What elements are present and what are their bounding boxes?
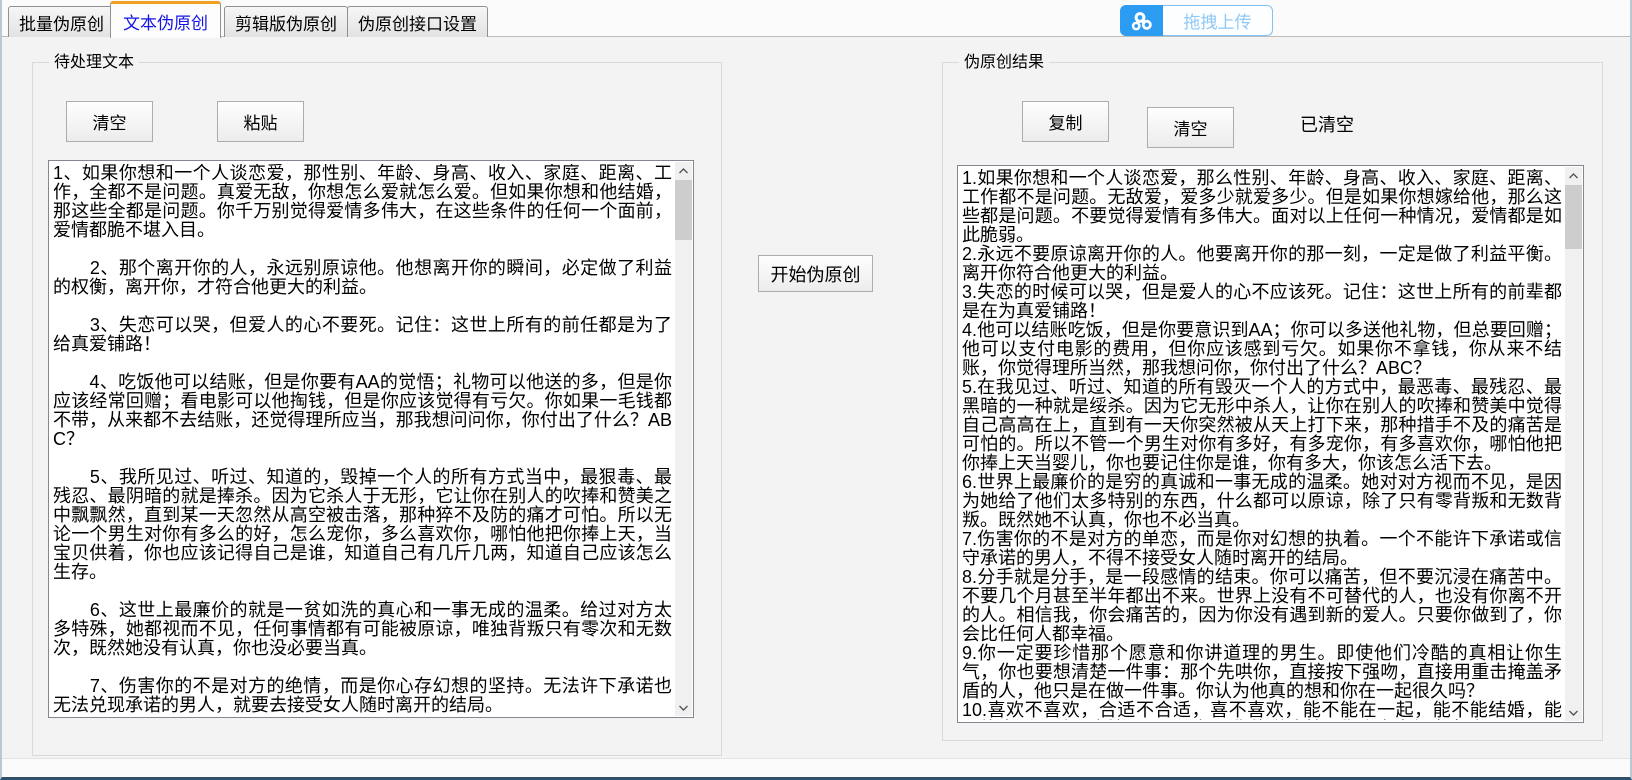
scroll-up-icon[interactable] <box>675 162 692 179</box>
tab-batch-rewrite[interactable]: 批量伪原创 <box>8 6 115 37</box>
pending-text-group: 待处理文本 清空 粘贴 1、如果你想和一个人谈恋爱，那性别、年龄、身高、收入、家… <box>32 62 722 756</box>
scroll-thumb[interactable] <box>675 180 692 240</box>
app-window: 批量伪原创 文本伪原创 剪辑版伪原创 伪原创接口设置 <box>0 0 1632 780</box>
tab-clip-rewrite[interactable]: 剪辑版伪原创 <box>224 6 348 37</box>
text-paragraph: 10.喜欢不喜欢，合适不合适，喜不喜欢，能不能在一起，能不能结婚，能不能走到最后… <box>962 701 1562 720</box>
source-text-area[interactable]: 1、如果你想和一个人谈恋爱，那性别、年龄、身高、收入、家庭、距离、工作，全都不是… <box>48 160 694 718</box>
text-paragraph: 4、吃饭他可以结账，但是你要有AA的觉悟；礼物可以他送的多，但是你应该经常回赠；… <box>53 373 672 449</box>
clear-source-button[interactable]: 清空 <box>66 101 153 142</box>
text-paragraph: 7、伤害你的不是对方的绝情，而是你心存幻想的坚持。无法许下承诺也无法兑现承诺的男… <box>53 677 672 715</box>
tab-strip: 批量伪原创 文本伪原创 剪辑版伪原创 伪原创接口设置 <box>2 0 1630 37</box>
result-text-content: 1.如果你想和一个人谈恋爱，那么性别、年龄、身高、收入、家庭、距离、工作都不是问… <box>962 169 1562 720</box>
cloud-disk-icon <box>1120 5 1163 36</box>
text-paragraph: 3.失恋的时候可以哭，但是爱人的心不应该死。记住：这世上所有的前辈都是在为真爱铺… <box>962 283 1562 321</box>
text-paragraph: 6.世界上最廉价的是穷的真诚和一事无成的温柔。她对对方视而不见，是因为她给了他们… <box>962 473 1562 530</box>
tab-label: 文本伪原创 <box>123 9 208 34</box>
copy-result-button[interactable]: 复制 <box>1022 101 1109 142</box>
text-paragraph: 4.他可以结账吃饭，但是你要意识到AA；你可以多送他礼物，但总要回赠；他可以支付… <box>962 321 1562 378</box>
text-paragraph: 1、如果你想和一个人谈恋爱，那性别、年龄、身高、收入、家庭、距离、工作，全都不是… <box>53 164 672 240</box>
source-text-content: 1、如果你想和一个人谈恋爱，那性别、年龄、身高、收入、家庭、距离、工作，全都不是… <box>53 164 672 715</box>
paste-button[interactable]: 粘贴 <box>217 101 304 142</box>
rewrite-result-group-title: 伪原创结果 <box>959 53 1049 73</box>
clear-result-button[interactable]: 清空 <box>1147 107 1234 148</box>
drag-upload-button[interactable]: 拖拽上传 <box>1120 5 1273 36</box>
text-paragraph: 1.如果你想和一个人谈恋爱，那么性别、年龄、身高、收入、家庭、距离、工作都不是问… <box>962 169 1562 245</box>
pending-text-group-title: 待处理文本 <box>49 53 139 73</box>
status-label: 已清空 <box>1300 111 1354 137</box>
text-paragraph: 9.你一定要珍惜那个愿意和你讲道理的男生。即使他们冷酷的真相让你生气，你也要想清… <box>962 644 1562 701</box>
window-bottom-strip <box>2 758 1630 777</box>
text-paragraph: 3、失恋可以哭，但爱人的心不要死。记住：这世上所有的前任都是为了给真爱铺路！ <box>53 316 672 354</box>
text-paragraph: 5、我所见过、听过、知道的，毁掉一个人的所有方式当中，最狠毒、最残忍、最阴暗的就… <box>53 468 672 582</box>
scroll-down-icon[interactable] <box>1565 704 1582 721</box>
text-paragraph: 7.伤害你的不是对方的单恋，而是你对幻想的执着。一个不能许下承诺或信守承诺的男人… <box>962 530 1562 568</box>
text-paragraph: 2.永远不要原谅离开你的人。他要离开你的那一刻，一定是做了利益平衡。离开你符合他… <box>962 245 1562 283</box>
scroll-up-icon[interactable] <box>1565 167 1582 184</box>
text-paragraph: 8.分手就是分手，是一段感情的结束。你可以痛苦，但不要沉浸在痛苦中。不要几个月甚… <box>962 568 1562 644</box>
result-scrollbar[interactable] <box>1565 167 1582 721</box>
source-scrollbar[interactable] <box>675 162 692 716</box>
text-paragraph: 2、那个离开你的人，永远别原谅他。他想离开你的瞬间，必定做了利益的权衡，离开你，… <box>53 259 672 297</box>
text-paragraph: 5.在我见过、听过、知道的所有毁灭一个人的方式中，最恶毒、最残忍、最黑暗的一种就… <box>962 378 1562 473</box>
text-paragraph: 6、这世上最廉价的就是一贫如洗的真心和一事无成的温柔。给过对方太多特殊，她都视而… <box>53 601 672 658</box>
drag-upload-label: 拖拽上传 <box>1163 5 1273 36</box>
scroll-down-icon[interactable] <box>675 699 692 716</box>
scroll-thumb[interactable] <box>1565 185 1582 249</box>
rewrite-result-group: 伪原创结果 复制 清空 已清空 1.如果你想和一个人谈恋爱，那么性别、年龄、身高… <box>942 62 1603 741</box>
tab-text-rewrite[interactable]: 文本伪原创 <box>110 1 221 38</box>
tab-label: 批量伪原创 <box>19 10 104 35</box>
tab-label: 伪原创接口设置 <box>358 10 477 35</box>
start-rewrite-button[interactable]: 开始伪原创 <box>758 255 873 292</box>
tab-label: 剪辑版伪原创 <box>235 10 337 35</box>
tab-api-settings[interactable]: 伪原创接口设置 <box>347 6 488 37</box>
result-text-area[interactable]: 1.如果你想和一个人谈恋爱，那么性别、年龄、身高、收入、家庭、距离、工作都不是问… <box>957 165 1584 723</box>
